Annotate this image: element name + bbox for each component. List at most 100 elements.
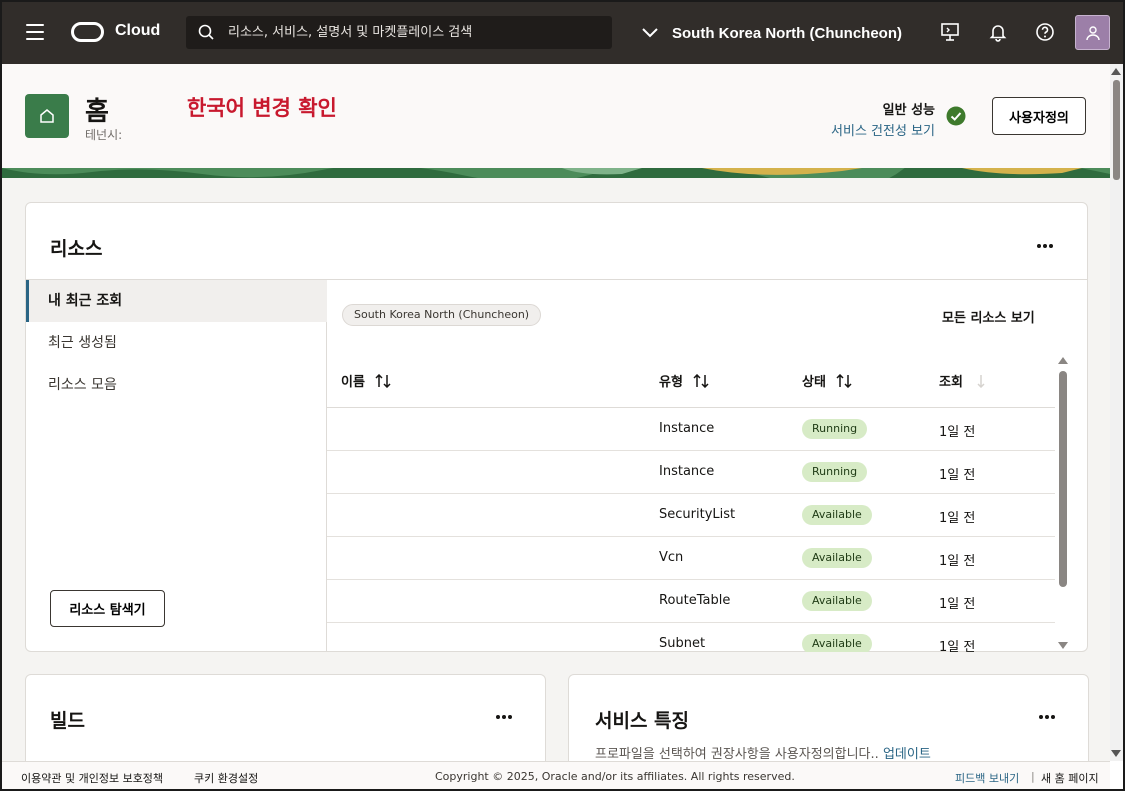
viewed-time: 1일 전 <box>939 511 976 526</box>
user-avatar[interactable] <box>1075 15 1110 50</box>
table-scrollbar[interactable] <box>1056 355 1070 651</box>
status-badge: Running <box>802 462 868 482</box>
status-badge: Available <box>802 505 872 525</box>
top-navigation-bar: Cloud South Korea North (Chuncheon) <box>0 0 1125 64</box>
region-filter-chip[interactable]: South Korea North (Chuncheon) <box>342 304 542 326</box>
page-scrollbar[interactable] <box>1110 64 1123 761</box>
resource-explorer-button[interactable]: 리소스 탐색기 <box>50 590 165 627</box>
search-icon <box>198 24 214 40</box>
home-icon <box>40 109 54 123</box>
column-label: 조회 <box>939 375 963 390</box>
viewed-time: 1일 전 <box>939 640 976 652</box>
status-badge: Available <box>802 548 872 568</box>
tab-recently-created[interactable]: 최근 생성됨 <box>26 322 327 364</box>
tab-resource-collections[interactable]: 리소스 모음 <box>26 364 327 406</box>
column-header-type[interactable]: 유형 <box>659 371 709 390</box>
feedback-link[interactable]: 피드백 보내기 <box>955 770 1019 786</box>
table-row[interactable]: Vcn Available 1일 전 <box>327 537 1055 580</box>
column-label: 이름 <box>341 375 365 390</box>
column-header-viewed[interactable]: 조회 <box>939 371 989 390</box>
page-footer: 이용약관 및 개인정보 보호정책 쿠키 환경설정 Copyright © 202… <box>2 761 1110 789</box>
menu-icon[interactable] <box>26 24 44 40</box>
logo-text[interactable]: Cloud <box>115 22 160 40</box>
scroll-down-arrow-icon[interactable] <box>1058 642 1068 649</box>
page-title: 홈 <box>85 97 109 127</box>
table-row[interactable]: Subnet Available 1일 전 <box>327 623 1055 652</box>
table-header: 이름 유형 상태 조회 <box>327 351 1055 408</box>
cookie-preferences-link[interactable]: 쿠키 환경설정 <box>194 770 258 786</box>
check-circle-icon <box>946 106 966 126</box>
viewed-time: 1일 전 <box>939 597 976 612</box>
sort-icon <box>375 373 391 388</box>
service-features-card: 서비스 특징 프로파일을 선택하여 권장사항을 사용자정의합니다.. 업데이트 <box>568 674 1089 761</box>
tab-recently-viewed[interactable]: 내 최근 조회 <box>26 280 327 322</box>
main-content: 리소스 내 최근 조회 최근 생성됨 리소스 모음 리소스 탐색기 South … <box>2 178 1110 761</box>
more-options-icon[interactable] <box>495 714 513 720</box>
status-badge: Running <box>802 419 868 439</box>
search-input[interactable] <box>228 16 598 49</box>
resources-card: 리소스 내 최근 조회 최근 생성됨 리소스 모음 리소스 탐색기 South … <box>25 202 1088 652</box>
bell-icon[interactable] <box>988 22 1008 42</box>
health-status-label: 일반 성능 <box>882 103 935 118</box>
sort-icon <box>836 373 852 388</box>
search-bar[interactable] <box>186 16 612 49</box>
oracle-logo-icon[interactable] <box>71 22 104 42</box>
decorative-pattern <box>2 168 1110 178</box>
scroll-up-arrow-icon[interactable] <box>1111 68 1121 75</box>
service-health: 일반 성능 서비스 건전성 보기 <box>831 99 935 139</box>
table-row[interactable]: SecurityList Available 1일 전 <box>327 494 1055 537</box>
sort-descending-icon <box>977 374 985 388</box>
terms-link[interactable]: 이용약관 및 개인정보 보호정책 <box>21 770 163 786</box>
card-title: 빌드 <box>50 710 85 732</box>
resource-type: Instance <box>659 464 715 479</box>
chevron-down-icon <box>642 28 658 38</box>
tenancy-label: 테넌시: <box>85 128 123 142</box>
scrollbar-thumb[interactable] <box>1059 371 1067 587</box>
user-icon <box>1086 26 1100 41</box>
page-header: 홈 테넌시: 한국어 변경 확인 일반 성능 서비스 건전성 보기 사용자정의 <box>2 64 1110 168</box>
viewed-time: 1일 전 <box>939 468 976 483</box>
card-title: 서비스 특징 <box>595 710 690 732</box>
region-selector[interactable]: South Korea North (Chuncheon) <box>642 22 902 44</box>
scroll-up-arrow-icon[interactable] <box>1058 357 1068 364</box>
build-card: 빌드 <box>25 674 546 761</box>
resource-type: Instance <box>659 421 715 436</box>
sort-icon <box>693 373 709 388</box>
resource-type: Vcn <box>659 550 684 565</box>
table-row[interactable]: RouteTable Available 1일 전 <box>327 580 1055 623</box>
column-label: 상태 <box>802 375 826 390</box>
service-features-description: 프로파일을 선택하여 권장사항을 사용자정의합니다.. 업데이트 <box>595 743 931 761</box>
customize-button[interactable]: 사용자정의 <box>992 97 1086 135</box>
column-header-state[interactable]: 상태 <box>802 371 852 390</box>
resource-tabs: 내 최근 조회 최근 생성됨 리소스 모음 리소스 탐색기 <box>26 280 327 652</box>
viewed-time: 1일 전 <box>939 425 976 440</box>
table-row[interactable]: Instance Running 1일 전 <box>327 451 1055 494</box>
home-tile <box>25 94 69 138</box>
developer-tools-icon[interactable] <box>940 22 960 42</box>
health-link[interactable]: 서비스 건전성 보기 <box>831 120 935 139</box>
copyright-text: Copyright © 2025, Oracle and/or its affi… <box>435 770 795 783</box>
card-title: 리소스 <box>50 238 103 260</box>
resource-type: Subnet <box>659 636 706 651</box>
scrollbar-thumb[interactable] <box>1113 80 1120 180</box>
more-options-icon[interactable] <box>1036 243 1054 249</box>
viewed-time: 1일 전 <box>939 554 976 569</box>
resource-type: SecurityList <box>659 507 736 522</box>
column-header-name[interactable]: 이름 <box>341 371 391 390</box>
column-label: 유형 <box>659 375 683 390</box>
table-row[interactable]: Instance Running 1일 전 <box>327 408 1055 451</box>
status-badge: Available <box>802 634 872 652</box>
more-options-icon[interactable] <box>1038 714 1056 720</box>
resource-type: RouteTable <box>659 593 731 608</box>
description-text: 프로파일을 선택하여 권장사항을 사용자정의합니다.. <box>595 747 879 761</box>
region-label: South Korea North (Chuncheon) <box>672 24 902 42</box>
status-badge: Available <box>802 591 872 611</box>
view-all-resources-link[interactable]: 모든 리소스 보기 <box>942 307 1035 326</box>
resources-table: 이름 유형 상태 조회 Instance Running 1일 전 Instan… <box>327 351 1055 652</box>
footer-separator: | <box>1031 770 1035 783</box>
help-icon[interactable] <box>1035 22 1055 42</box>
update-link[interactable]: 업데이트 <box>883 747 931 761</box>
language-notice: 한국어 변경 확인 <box>187 96 337 120</box>
new-home-link[interactable]: 새 홈 페이지 <box>1041 770 1099 786</box>
scroll-down-arrow-icon[interactable] <box>1111 750 1121 757</box>
